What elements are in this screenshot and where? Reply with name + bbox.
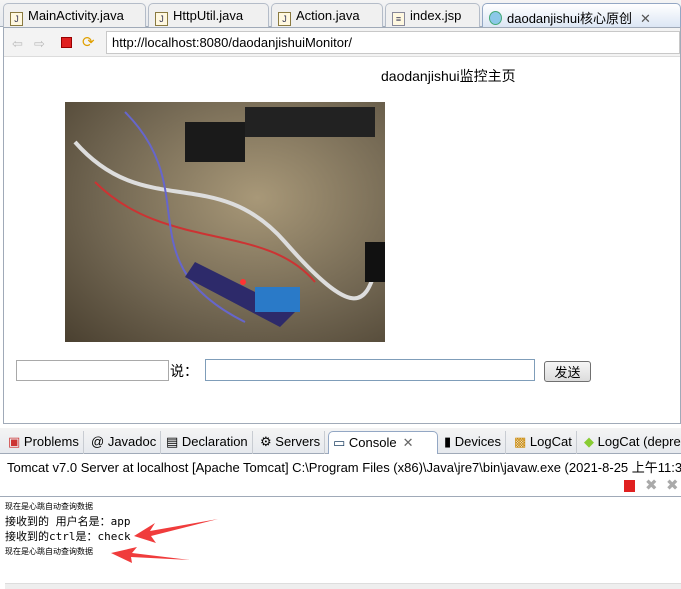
- red-arrow: [111, 547, 190, 563]
- horizontal-scrollbar[interactable]: [5, 583, 681, 589]
- red-arrow: [134, 519, 218, 543]
- annotation-arrows: [111, 519, 218, 563]
